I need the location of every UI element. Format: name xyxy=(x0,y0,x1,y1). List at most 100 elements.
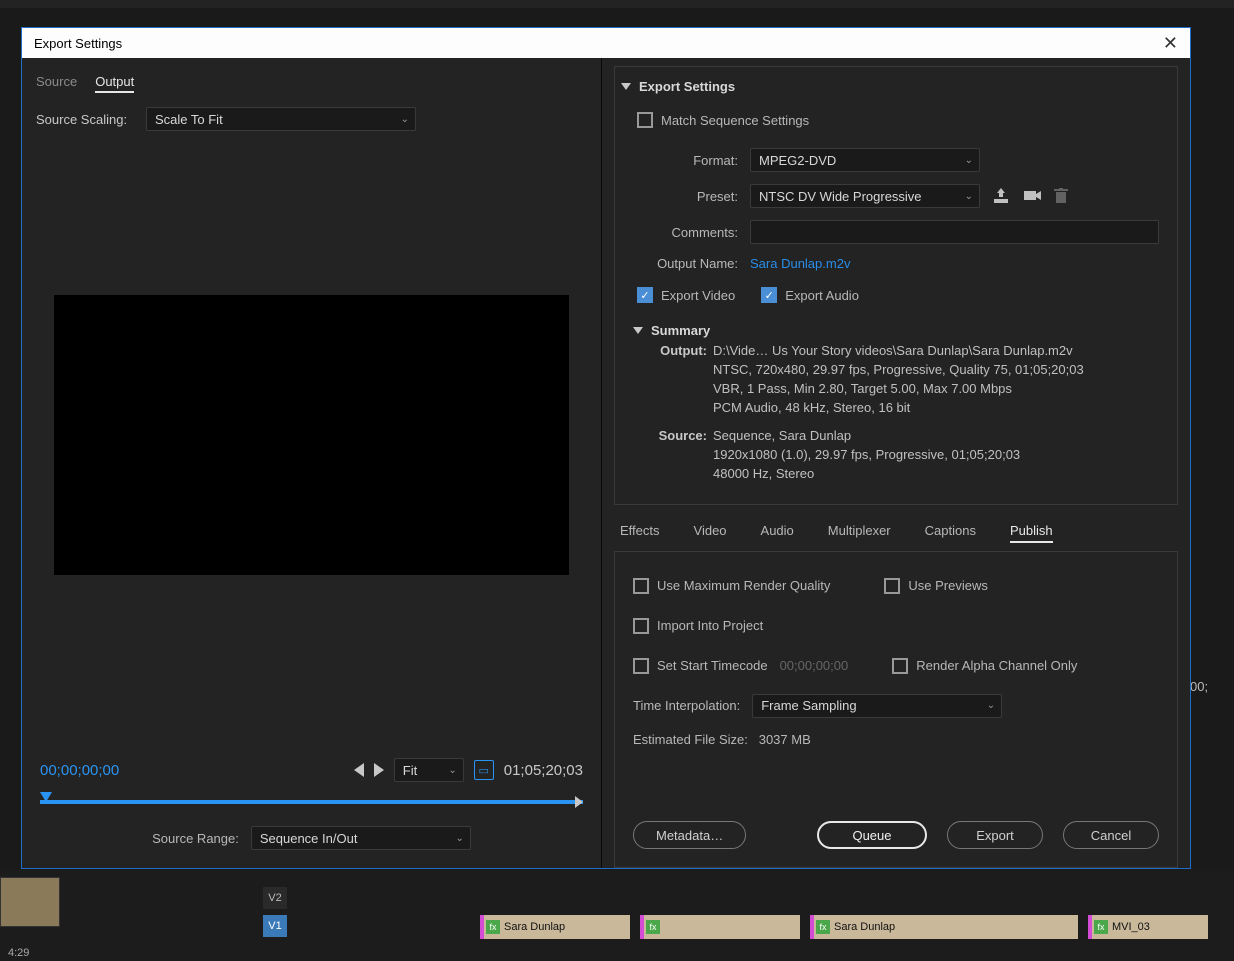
playhead-icon[interactable] xyxy=(40,792,52,802)
fx-badge: fx xyxy=(646,920,660,934)
clip-label: Sara Dunlap xyxy=(834,921,895,933)
step-back-icon[interactable] xyxy=(354,763,364,777)
options-panel: Use Maximum Render Quality Use Previews … xyxy=(614,551,1178,868)
comments-input[interactable] xyxy=(750,220,1159,244)
source-range-value: Sequence In/Out xyxy=(260,831,358,846)
zoom-select[interactable]: Fit ⌄ xyxy=(394,758,464,782)
format-select[interactable]: MPEG2-DVD ⌄ xyxy=(750,148,980,172)
time-interp-value: Frame Sampling xyxy=(761,698,856,713)
range-timeline[interactable] xyxy=(40,792,583,812)
import-preset-icon[interactable] xyxy=(1022,188,1042,204)
export-tabs: Effects Video Audio Multiplexer Captions… xyxy=(614,515,1178,551)
export-button[interactable]: Export xyxy=(947,821,1043,849)
track-label-v2[interactable]: V2 xyxy=(263,887,287,909)
collapse-icon[interactable] xyxy=(633,327,643,334)
summary-block: Output: D:\Vide… Us Your Story videos\Sa… xyxy=(653,342,1159,484)
export-audio-checkbox[interactable]: ✓ xyxy=(761,287,777,303)
export-audio-label: Export Audio xyxy=(785,288,859,303)
import-project-label: Import Into Project xyxy=(657,618,763,633)
source-range-select[interactable]: Sequence In/Out ⌄ xyxy=(251,826,471,850)
source-range-label: Source Range: xyxy=(152,831,239,846)
output-name-link[interactable]: Sara Dunlap.m2v xyxy=(750,256,850,271)
tab-publish[interactable]: Publish xyxy=(1010,523,1053,543)
export-video-checkbox[interactable]: ✓ xyxy=(637,287,653,303)
save-preset-icon[interactable] xyxy=(992,188,1010,204)
summary-output-text: D:\Vide… Us Your Story videos\Sara Dunla… xyxy=(713,342,1159,417)
step-forward-icon[interactable] xyxy=(374,763,384,777)
tab-effects[interactable]: Effects xyxy=(620,523,660,543)
output-name-label: Output Name: xyxy=(633,256,738,271)
summary-source-label: Source: xyxy=(653,427,707,484)
time-interp-label: Time Interpolation: xyxy=(633,698,740,713)
preview-canvas xyxy=(54,295,569,575)
dialog-title: Export Settings xyxy=(34,36,122,51)
left-preview-pane: Source Output Source Scaling: Scale To F… xyxy=(22,58,602,868)
background-timeline: V2 V1 fx Sara Dunlap fx fx Sara Dunlap fx M… xyxy=(0,869,1234,961)
source-scaling-select[interactable]: Scale To Fit ⌄ xyxy=(146,107,416,131)
est-size-value: 3037 MB xyxy=(759,732,811,747)
comments-label: Comments: xyxy=(633,225,738,240)
chevron-down-icon: ⌄ xyxy=(401,114,409,125)
clip-label: MVI_03 xyxy=(1112,921,1150,933)
timecode-duration: 01;05;20;03 xyxy=(504,762,583,779)
dialog-titlebar: Export Settings ✕ xyxy=(22,28,1190,58)
track-label-v1[interactable]: V1 xyxy=(263,915,287,937)
collapse-icon[interactable] xyxy=(621,83,631,90)
format-value: MPEG2-DVD xyxy=(759,153,836,168)
chevron-down-icon: ⌄ xyxy=(448,765,456,776)
ruler-tc: 00; xyxy=(1190,679,1226,709)
export-settings-title: Export Settings xyxy=(639,79,735,94)
match-sequence-checkbox[interactable] xyxy=(637,112,653,128)
time-interp-select[interactable]: Frame Sampling ⌄ xyxy=(752,694,1002,718)
preset-value: NTSC DV Wide Progressive xyxy=(759,189,922,204)
tab-captions[interactable]: Captions xyxy=(925,523,976,543)
chevron-down-icon: ⌄ xyxy=(965,191,973,202)
source-scaling-value: Scale To Fit xyxy=(155,112,223,127)
clip-2[interactable]: fx xyxy=(640,915,800,939)
summary-source-text: Sequence, Sara Dunlap 1920x1080 (1.0), 2… xyxy=(713,427,1159,484)
clip-1[interactable]: fx Sara Dunlap xyxy=(480,915,630,939)
aspect-ratio-icon[interactable]: ▭ xyxy=(474,760,494,780)
start-tc-input[interactable]: 00;00;00;00 xyxy=(780,658,849,673)
chevron-down-icon: ⌄ xyxy=(965,155,973,166)
clip-4[interactable]: fx MVI_03 xyxy=(1088,915,1208,939)
tab-audio[interactable]: Audio xyxy=(761,523,794,543)
fx-badge: fx xyxy=(816,920,830,934)
max-render-checkbox[interactable] xyxy=(633,578,649,594)
preset-label: Preset: xyxy=(633,189,738,204)
cancel-button[interactable]: Cancel xyxy=(1063,821,1159,849)
preset-select[interactable]: NTSC DV Wide Progressive ⌄ xyxy=(750,184,980,208)
summary-title: Summary xyxy=(651,323,710,338)
metadata-button[interactable]: Metadata… xyxy=(633,821,746,849)
render-alpha-checkbox[interactable] xyxy=(892,658,908,674)
tab-multiplexer[interactable]: Multiplexer xyxy=(828,523,891,543)
close-icon[interactable]: ✕ xyxy=(1163,33,1178,54)
est-size-label: Estimated File Size: xyxy=(633,732,748,747)
chevron-down-icon: ⌄ xyxy=(455,833,463,844)
queue-button[interactable]: Queue xyxy=(817,821,927,849)
source-scaling-label: Source Scaling: xyxy=(36,112,136,127)
fx-badge: fx xyxy=(1094,920,1108,934)
fx-badge: fx xyxy=(486,920,500,934)
import-project-checkbox[interactable] xyxy=(633,618,649,634)
right-settings-pane: Export Settings Match Sequence Settings … xyxy=(602,58,1190,868)
clip-3[interactable]: fx Sara Dunlap xyxy=(810,915,1078,939)
tab-output[interactable]: Output xyxy=(95,74,134,93)
out-point-icon[interactable] xyxy=(575,796,583,808)
export-settings-panel: Export Settings Match Sequence Settings … xyxy=(614,66,1178,505)
max-render-label: Use Maximum Render Quality xyxy=(657,578,830,593)
render-alpha-label: Render Alpha Channel Only xyxy=(916,658,1077,673)
export-settings-dialog: Export Settings ✕ Source Output Source S… xyxy=(21,27,1191,869)
tab-source[interactable]: Source xyxy=(36,74,77,93)
format-label: Format: xyxy=(633,153,738,168)
set-start-tc-checkbox[interactable] xyxy=(633,658,649,674)
time-display: 4:29 xyxy=(8,947,29,959)
project-thumbnail xyxy=(0,877,60,927)
timecode-current[interactable]: 00;00;00;00 xyxy=(40,762,119,779)
tab-video[interactable]: Video xyxy=(694,523,727,543)
zoom-value: Fit xyxy=(403,763,417,778)
delete-preset-icon[interactable] xyxy=(1054,188,1068,204)
use-previews-checkbox[interactable] xyxy=(884,578,900,594)
set-start-tc-label: Set Start Timecode xyxy=(657,658,768,673)
clip-label: Sara Dunlap xyxy=(504,921,565,933)
